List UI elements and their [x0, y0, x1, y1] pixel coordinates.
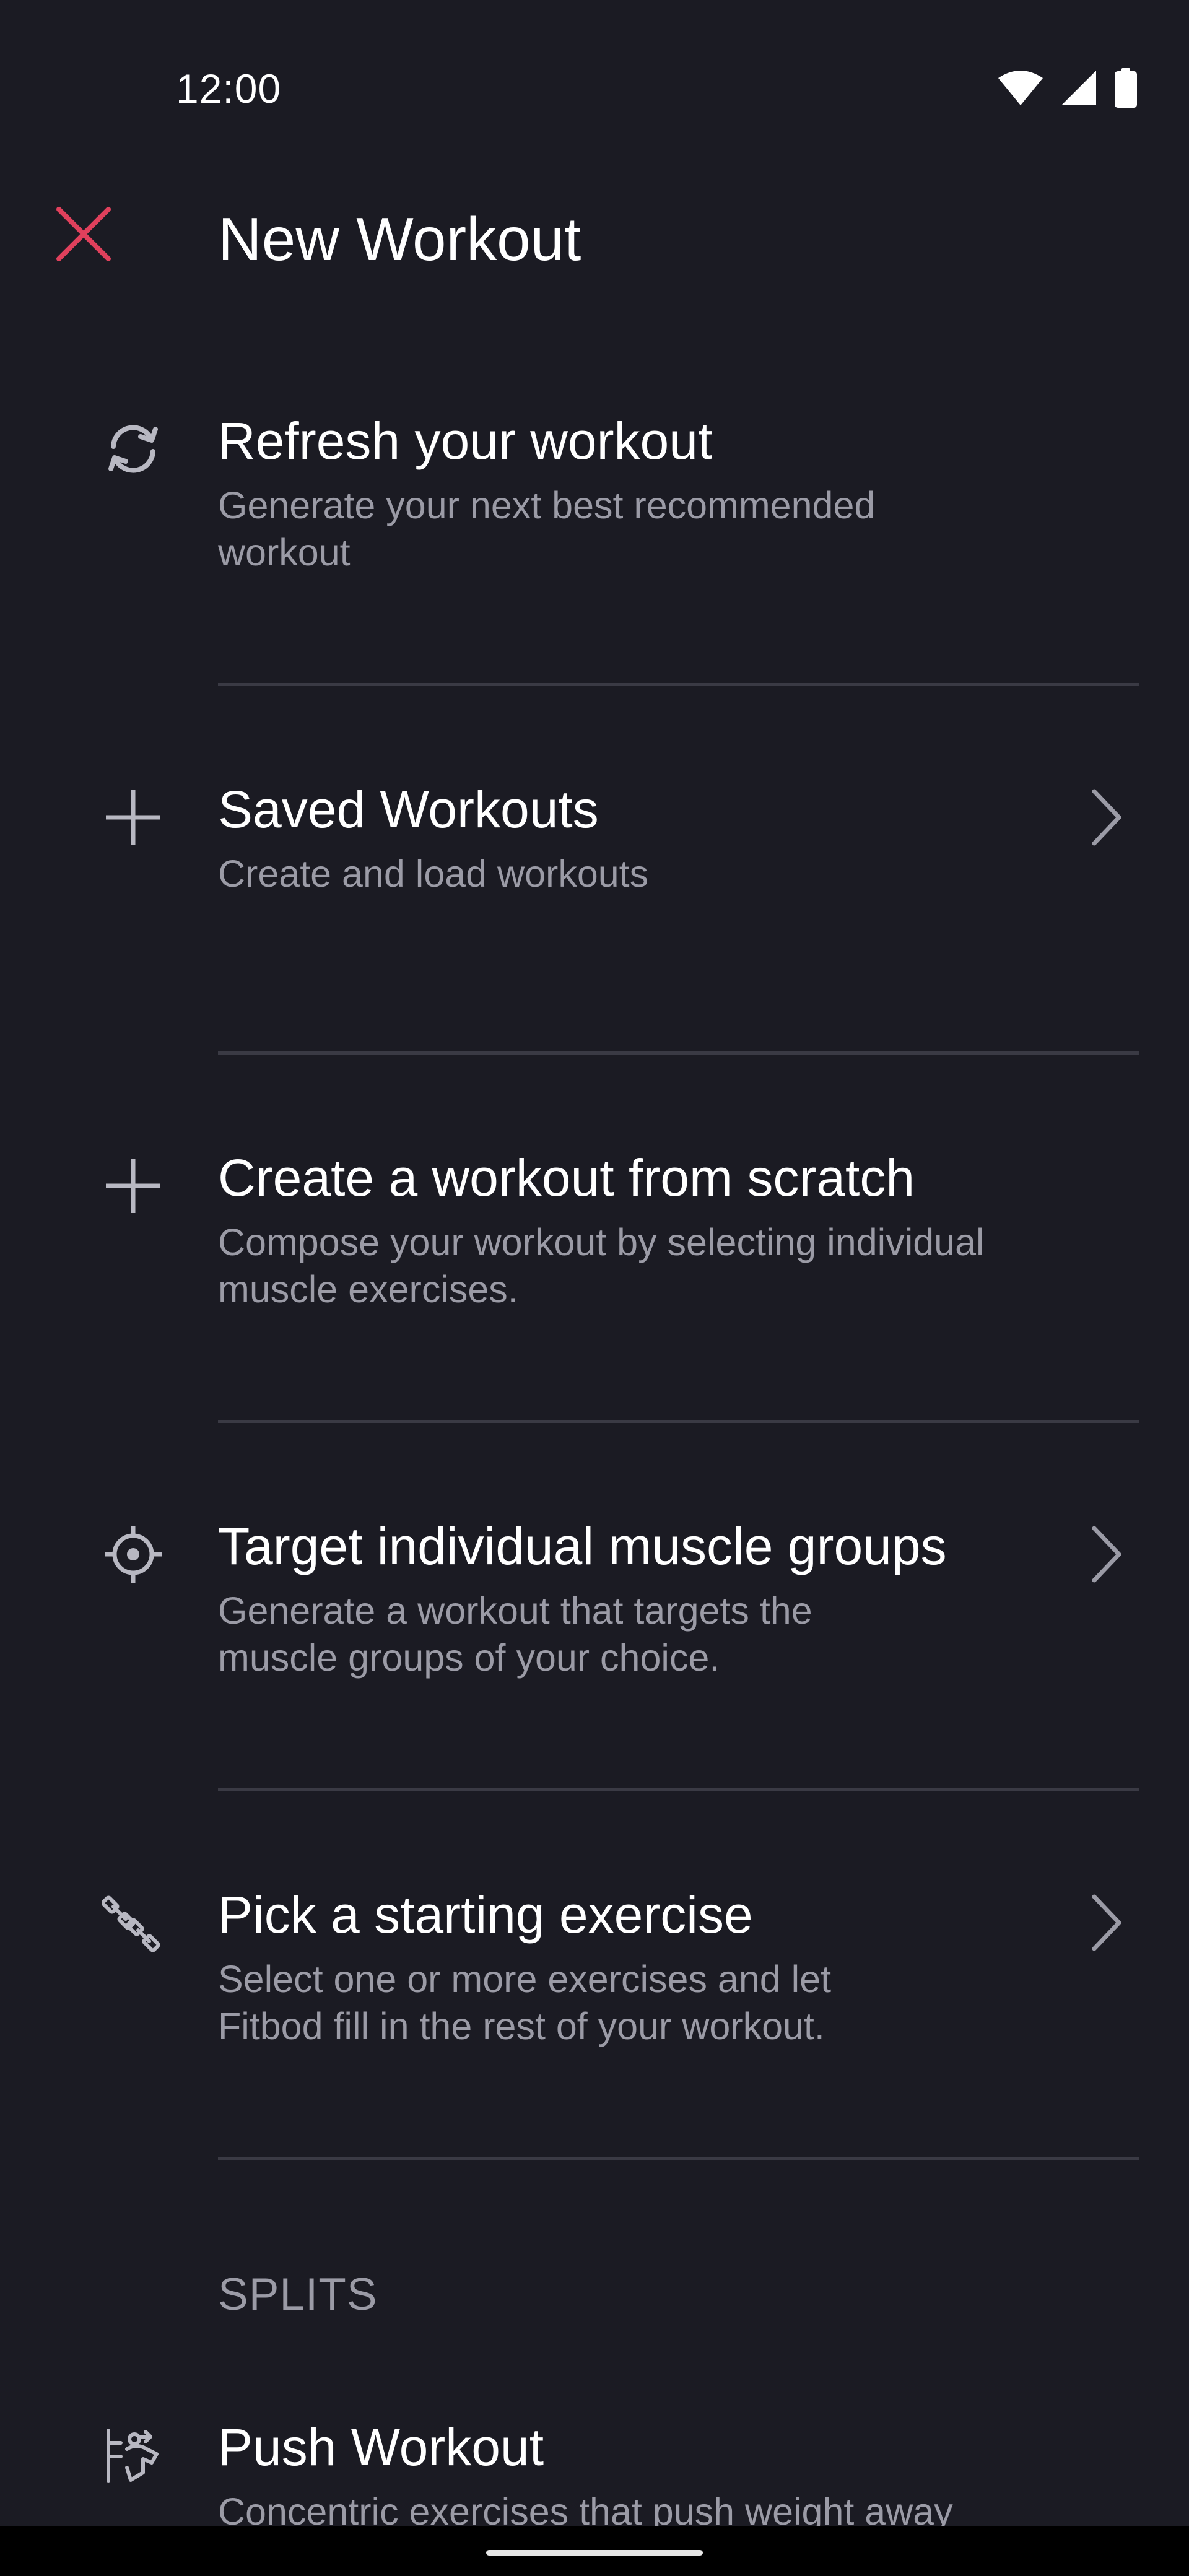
- divider: [218, 1788, 1139, 1791]
- crosshair-icon: [93, 1514, 173, 1595]
- wifi-icon: [997, 69, 1044, 110]
- menu-item-subtitle: Select one or more exercises and let Fit…: [218, 1958, 832, 2047]
- chevron-right-icon: [1078, 777, 1133, 858]
- menu-item-create-from-scratch[interactable]: Create a workout from scratch Compose yo…: [0, 1133, 1189, 1421]
- status-time: 12:00: [176, 66, 282, 111]
- close-icon: [54, 204, 113, 267]
- chevron-right-icon: [1078, 1514, 1133, 1595]
- menu-item-target-muscle-groups[interactable]: Target individual muscle groups Generate…: [0, 1502, 1189, 1790]
- menu-item-refresh-workout[interactable]: Refresh your workout Generate your next …: [0, 396, 1189, 684]
- dumbbells-icon: [93, 1882, 173, 1963]
- divider: [218, 1420, 1139, 1423]
- page-title: New Workout: [218, 205, 581, 273]
- status-bar: 12:00: [0, 0, 1189, 186]
- menu-item-subtitle: Concentric exercises that push weight aw…: [218, 2491, 953, 2526]
- system-navigation-bar: [0, 2526, 1189, 2576]
- push-icon: [93, 2415, 173, 2496]
- menu-item-title: Target individual muscle groups: [218, 1517, 947, 1575]
- plus-icon: [93, 1146, 173, 1226]
- plus-icon: [93, 777, 173, 858]
- menu-item-subtitle: Generate a workout that targets the musc…: [218, 1590, 812, 1679]
- menu-item-subtitle: Compose your workout by selecting indivi…: [218, 1221, 985, 1310]
- divider: [218, 683, 1139, 686]
- status-icons: [997, 68, 1138, 111]
- menu-item-title: Saved Workouts: [218, 780, 599, 838]
- refresh-icon: [93, 409, 173, 489]
- battery-icon: [1113, 68, 1138, 111]
- home-gesture-handle[interactable]: [486, 2550, 703, 2556]
- menu-item-title: Pick a starting exercise: [218, 1886, 753, 1944]
- menu-item-subtitle: Create and load workouts: [218, 853, 649, 895]
- chevron-right-icon: [1078, 1882, 1133, 1963]
- menu-item-title: Create a workout from scratch: [218, 1149, 915, 1207]
- menu-item-pick-starting-exercise[interactable]: Pick a starting exercise Select one or m…: [0, 1870, 1189, 2158]
- menu-item-title: Refresh your workout: [218, 412, 713, 470]
- section-header-splits: SPLITS: [218, 2269, 378, 2320]
- new-workout-screen: 12:00 New Workout Refresh your workout G…: [0, 0, 1189, 2576]
- divider: [218, 2157, 1139, 2160]
- cellular-signal-icon: [1060, 69, 1097, 110]
- menu-item-subtitle: Generate your next best recommended work…: [218, 484, 876, 573]
- menu-item-saved-workouts[interactable]: Saved Workouts Create and load workouts: [0, 765, 1189, 1053]
- divider: [218, 1051, 1139, 1055]
- menu-item-title: Push Workout: [218, 2418, 544, 2476]
- menu-item-push-workout[interactable]: Push Workout Concentric exercises that p…: [0, 2403, 1189, 2526]
- close-button[interactable]: [50, 201, 118, 269]
- app-bar: New Workout: [0, 186, 1189, 285]
